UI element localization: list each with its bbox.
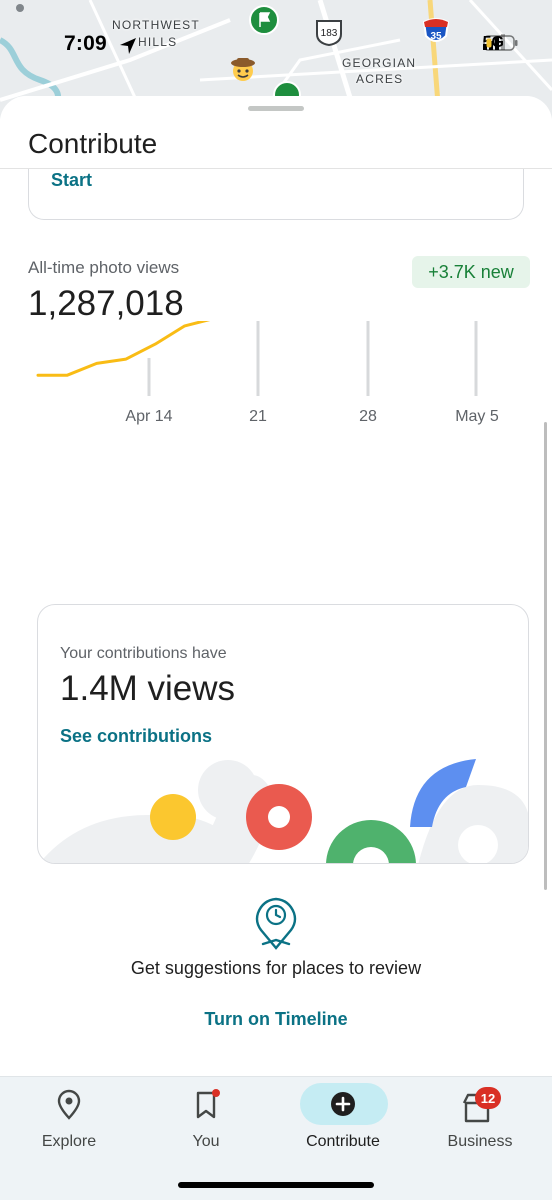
chart-tick-bar [256,321,260,396]
chart-tick-bar [474,321,478,396]
nav-label-you: You [192,1133,220,1150]
contributions-card[interactable]: Your contributions have 1.4M views See c… [37,604,529,864]
chart-tick-bar [147,358,151,396]
contribute-sheet: Start Contribute All-time photo views 1,… [0,96,552,1200]
chart-x-ticks: Apr 14 21 28 May 5 [125,408,498,425]
photo-views-value: 1,287,018 [28,284,184,323]
page-title: Contribute [28,128,158,159]
chart-x-tick-label: 28 [359,408,377,425]
bookmark-icon [192,1089,220,1126]
nav-tab-business[interactable]: 12 Business [411,1077,549,1167]
nav-tab-you[interactable]: You [137,1077,275,1167]
new-views-badge: +3.7K new [412,256,530,288]
status-time: 7:09 [64,32,107,55]
photo-views-chart[interactable]: 1.29M1.28M Apr 142128May 5 [0,321,552,561]
shield-35-label: 35 [430,31,442,42]
chart-tick-bars [147,321,478,396]
chart-x-tick-label: Apr 14 [125,408,172,425]
pin-icon [55,1089,83,1126]
chart-x-tick-label: 21 [249,408,267,425]
battery-icon [482,35,518,51]
home-indicator[interactable] [178,1182,374,1188]
turn-on-timeline-link[interactable]: Turn on Timeline [0,1009,552,1030]
status-indicators: 5G [482,34,518,52]
map-label-acres: ACRES [356,72,404,86]
nav-label-business: Business [447,1133,513,1150]
header-divider [0,168,552,169]
nav-label-explore: Explore [41,1133,97,1150]
nav-tab-explore[interactable]: Explore [0,1077,138,1167]
shield-183-label: 183 [321,28,338,39]
map-label-georgian: GEORGIAN [342,56,417,70]
scrollbar[interactable] [544,422,547,890]
contributions-views-value: 1.4M views [60,669,236,708]
chart-series-line [36,321,211,377]
suggestions-text: Get suggestions for places to review [130,958,422,978]
contributions-subtitle: Your contributions have [60,645,227,662]
map-label-northwest: NORTHWEST [112,18,200,32]
chart-x-tick-label: May 5 [455,408,499,425]
see-contributions-link[interactable]: See contributions [60,726,212,747]
sheet-drag-handle[interactable] [248,106,304,111]
sheet-header: Contribute [0,96,552,168]
chart-tick-bar [366,321,370,396]
photo-views-label: All-time photo views [28,258,180,277]
nav-tab-contribute[interactable]: Contribute [274,1077,412,1167]
business-notification-badge: 12 [475,1087,501,1109]
start-link[interactable]: Start [51,170,92,191]
timeline-pin-icon [255,896,297,957]
nav-label-contribute: Contribute [306,1133,380,1150]
map-label-hills: HILLS [138,35,178,49]
add-circle-icon [329,1089,357,1126]
